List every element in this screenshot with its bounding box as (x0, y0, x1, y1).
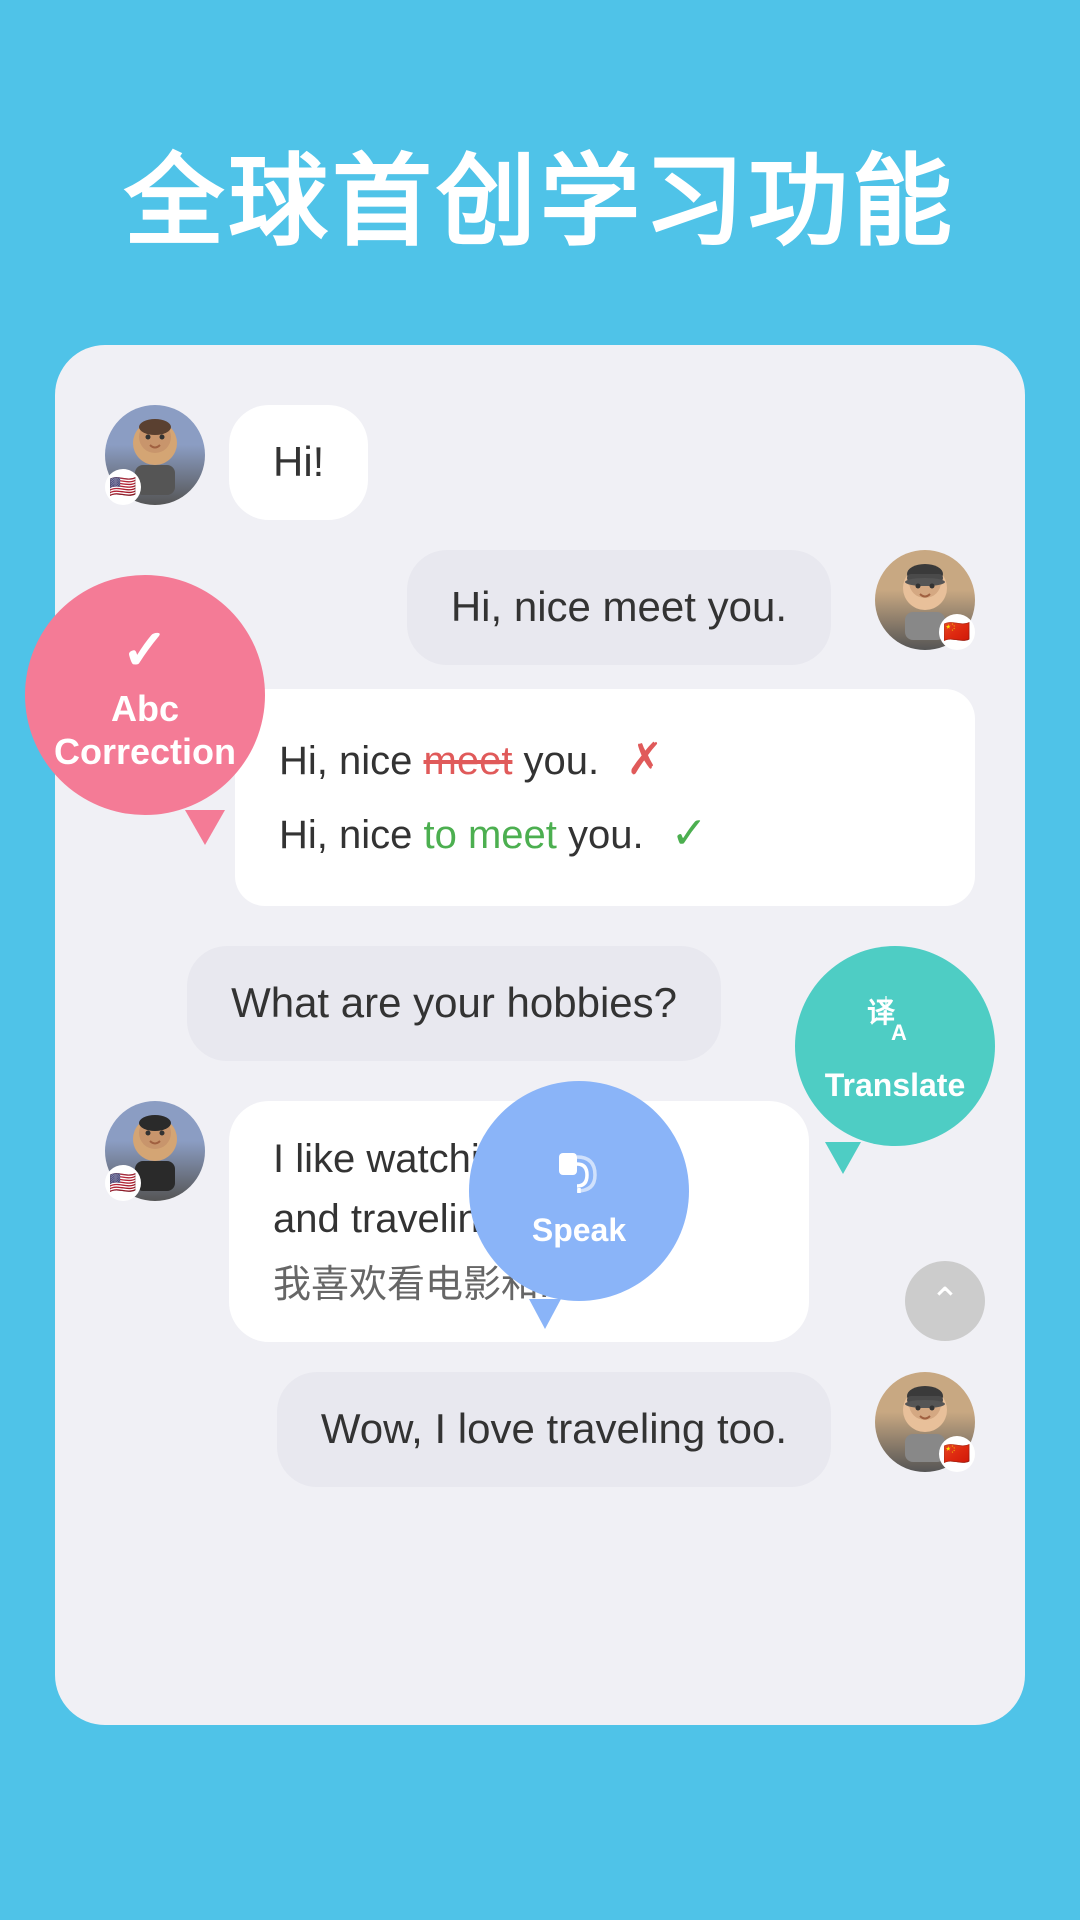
abc-check-icon: ✓ (122, 617, 169, 683)
header-title: 全球首创学习功能 (0, 120, 1080, 265)
avatar-female-1: 🇨🇳 (875, 550, 975, 650)
message-row-5: Wow, I love traveling too. 🇨🇳 (105, 1372, 975, 1487)
message-row-4: 🇺🇸 Speak I like watching movies (105, 1101, 975, 1342)
check-icon: ✓ (671, 809, 708, 858)
speak-label: Speak (532, 1212, 626, 1249)
bubble-hi: Hi! (229, 405, 368, 520)
speak-icon (549, 1133, 609, 1206)
x-icon: ✗ (626, 735, 663, 784)
bubble-wow: Wow, I love traveling too. (277, 1372, 831, 1487)
flag-cn-1: 🇨🇳 (939, 614, 975, 650)
hobbies-row: 译 A Translate What are your hobbies? (105, 946, 975, 1061)
flag-us-2: 🇺🇸 (105, 1165, 141, 1201)
translate-label: Translate (825, 1067, 966, 1104)
header: 全球首创学习功能 (0, 0, 1080, 345)
abc-label: Abc Correction (54, 687, 236, 773)
bubble-hobbies: What are your hobbies? (187, 946, 721, 1061)
wrong-line: Hi, nice meet you. ✗ (279, 723, 931, 798)
translate-bubble[interactable]: 译 A Translate (795, 946, 995, 1146)
abc-correction-badge[interactable]: ✓ Abc Correction (25, 575, 265, 815)
svg-text:A: A (891, 1020, 907, 1045)
chat-container: ✓ Abc Correction (55, 345, 1025, 1725)
translate-icon: 译 A (865, 988, 925, 1061)
flag-cn-2: 🇨🇳 (939, 1436, 975, 1472)
avatar-female-2: 🇨🇳 (875, 1372, 975, 1472)
bubble-nice-meet: Hi, nice meet you. (407, 550, 831, 665)
correct-line: Hi, nice to meet you. ✓ (279, 797, 931, 872)
flag-us-1: 🇺🇸 (105, 469, 141, 505)
avatar-male-1: 🇺🇸 (105, 405, 205, 505)
correction-box: Hi, nice meet you. ✗ Hi, nice to meet yo… (235, 689, 975, 907)
avatar-male-2: 🇺🇸 (105, 1101, 205, 1201)
message-row-1: 🇺🇸 Hi! (105, 405, 975, 520)
speak-bubble[interactable]: Speak (469, 1081, 689, 1301)
scroll-up-button[interactable]: ⌃ (905, 1261, 985, 1341)
